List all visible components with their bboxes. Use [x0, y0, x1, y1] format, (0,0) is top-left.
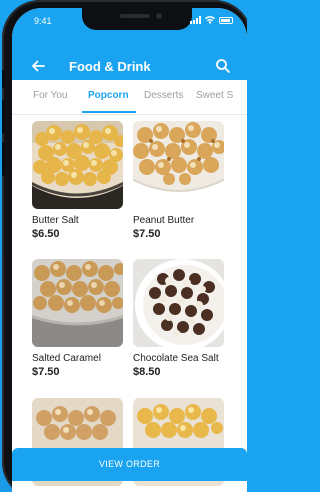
view-order-button[interactable]: VIEW ORDER [12, 448, 247, 481]
product-card[interactable]: Butter Salt $6.50 [32, 121, 123, 240]
tab-popcorn[interactable]: Popcorn [88, 90, 129, 101]
product-image [133, 259, 224, 347]
product-grid: Butter Salt $6.50 Peanut Butter $7.50 Sa… [12, 115, 247, 492]
signal-icon [190, 16, 201, 24]
back-arrow-icon[interactable] [30, 58, 46, 74]
product-image [32, 259, 123, 347]
tab-for-you[interactable]: For You [33, 90, 67, 101]
search-icon[interactable] [215, 58, 231, 74]
front-camera [156, 13, 162, 19]
product-name: Salted Caramel [32, 353, 101, 364]
speaker [120, 14, 150, 18]
stage: 9:41 Food & Drink For You Popcorn Desser… [0, 0, 247, 492]
volume-up-button [2, 100, 6, 134]
wifi-icon [205, 16, 215, 24]
product-name: Chocolate Sea Salt [133, 353, 219, 364]
product-card[interactable]: Salted Caramel $7.50 [32, 259, 123, 378]
volume-down-button [2, 142, 6, 176]
product-price: $7.50 [133, 228, 161, 240]
status-time: 9:41 [34, 16, 52, 26]
product-price: $8.50 [133, 366, 161, 378]
category-tabs: For You Popcorn Desserts Sweet S [12, 80, 247, 115]
tab-desserts[interactable]: Desserts [144, 90, 183, 101]
product-card[interactable]: Chocolate Sea Salt $8.50 [133, 259, 224, 378]
status-icons [190, 16, 233, 24]
notch [82, 8, 192, 30]
product-image [133, 121, 224, 209]
product-name: Peanut Butter [133, 215, 195, 226]
app-header: 9:41 Food & Drink [12, 8, 247, 80]
product-price: $7.50 [32, 366, 60, 378]
product-card[interactable]: Peanut Butter $7.50 [133, 121, 224, 240]
battery-icon [219, 16, 233, 24]
active-tab-indicator [82, 111, 136, 113]
product-price: $6.50 [32, 228, 60, 240]
product-image [32, 121, 123, 209]
page-title: Food & Drink [69, 59, 151, 74]
phone-screen: 9:41 Food & Drink For You Popcorn Desser… [12, 8, 247, 492]
mute-switch [2, 70, 6, 88]
product-name: Butter Salt [32, 215, 79, 226]
tab-sweet[interactable]: Sweet S [196, 90, 233, 101]
